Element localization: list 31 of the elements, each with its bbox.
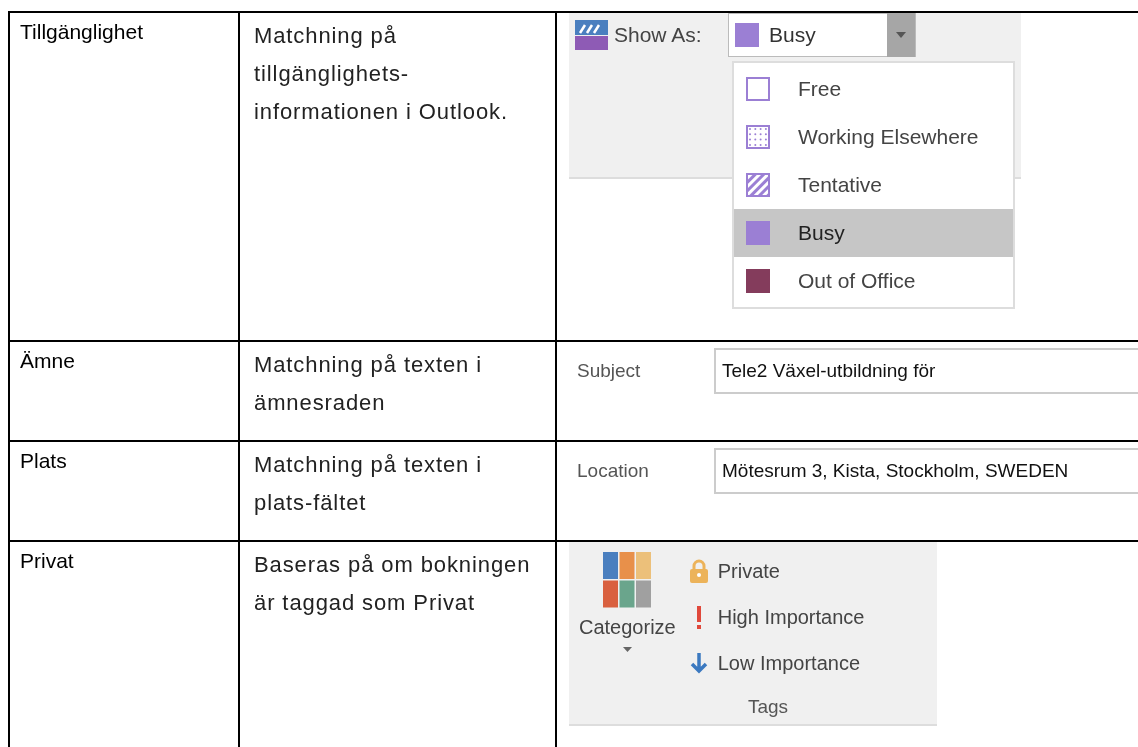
field-label: Location [577, 460, 650, 482]
term-text: Plats [20, 449, 67, 472]
term-text: Privat [20, 549, 74, 572]
group-label: Tags [747, 696, 789, 718]
description-text: Baseras på om bokningen är taggad som Privat [254, 551, 532, 617]
categorize-button[interactable]: Categorize [579, 552, 676, 696]
show-as-label: Show As: [614, 23, 703, 47]
caret-icon [896, 32, 906, 38]
calendar-status-icon [575, 20, 608, 50]
show-as-dropdown[interactable]: Busy [728, 13, 916, 57]
menu-item[interactable]: Tentative [734, 161, 1013, 209]
input-field[interactable]: Tele2 Växel-utbildning för [714, 348, 1138, 394]
menu-item[interactable]: Free [734, 65, 1013, 113]
term-text: Tillgänglighet [20, 20, 143, 43]
description-text: Matchning på texten i ämnesraden [254, 351, 484, 417]
menu-item[interactable]: Out of Office [734, 257, 1013, 305]
input-field[interactable]: Mötesrum 3, Kista, Stockholm, SWEDEN [714, 448, 1138, 494]
down-arrow-icon [689, 651, 708, 675]
ribbon-command[interactable]: Low Importance [689, 646, 865, 680]
caret-icon [622, 647, 632, 652]
ribbon-command[interactable]: High Importance [689, 600, 865, 634]
exclamation-icon [696, 605, 701, 629]
description-text: Matchning på tillgänglighets-informationen i Outlook. [254, 22, 509, 126]
term-text: Ämne [20, 349, 75, 372]
description-text: Matchning på texten i plats-fältet [254, 451, 484, 517]
lock-icon [689, 559, 708, 583]
ribbon-command[interactable]: Private [689, 554, 865, 588]
menu-item[interactable]: Working Elsewhere [734, 113, 1013, 161]
color-grid-icon [603, 552, 652, 608]
field-label: Subject [577, 360, 642, 382]
menu-item[interactable]: Busy [734, 209, 1013, 257]
